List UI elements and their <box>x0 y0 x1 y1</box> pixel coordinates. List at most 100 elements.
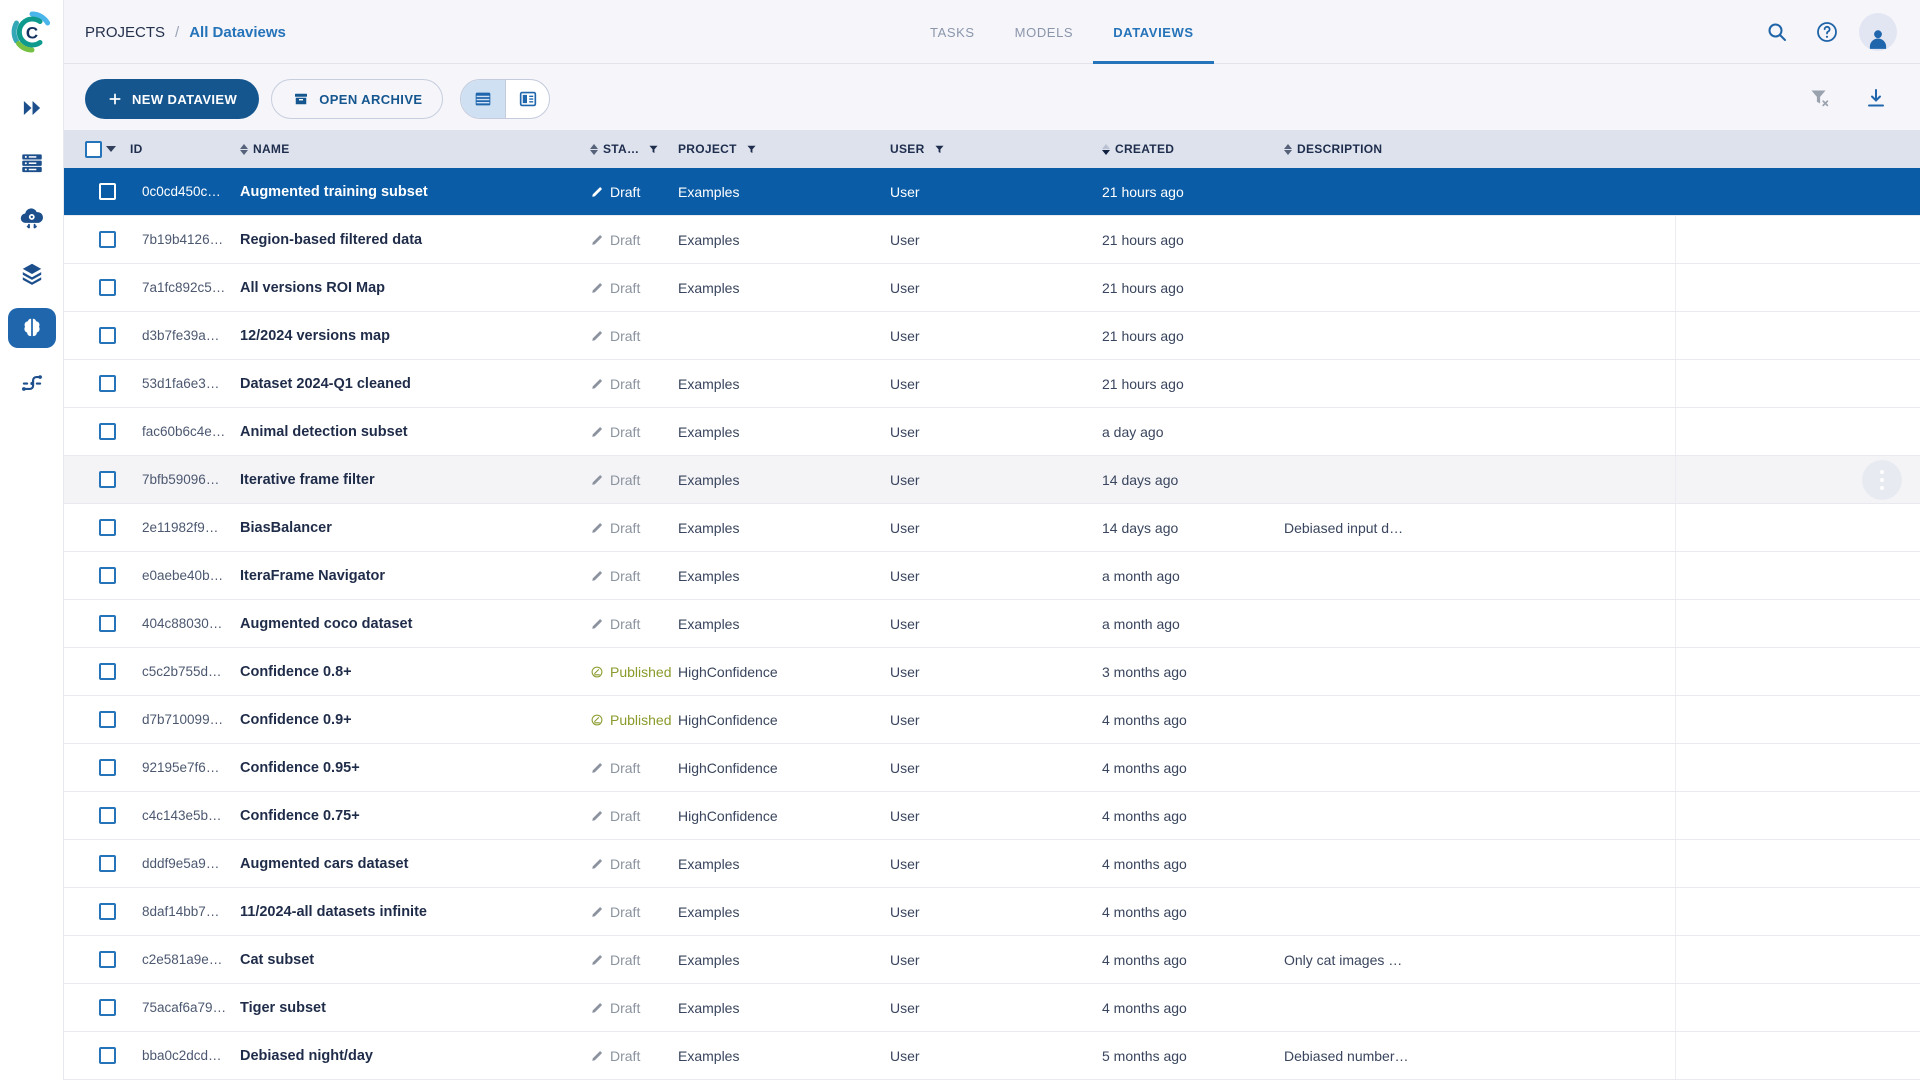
table-row[interactable]: c2e581a9e…Cat subsetDraftExamplesUser4 m… <box>64 936 1920 984</box>
status-label: Draft <box>610 856 640 872</box>
cell-name[interactable]: Iterative frame filter <box>240 472 590 488</box>
sort-icon-description[interactable] <box>1284 144 1292 155</box>
cell-name[interactable]: Confidence 0.9+ <box>240 712 590 728</box>
table-row[interactable]: c5c2b755d…Confidence 0.8+PublishedHighCo… <box>64 648 1920 696</box>
cell-name[interactable]: All versions ROI Map <box>240 280 590 296</box>
table-row[interactable]: 7b19b4126…Region-based filtered dataDraf… <box>64 216 1920 264</box>
sort-icon-name[interactable] <box>240 144 248 155</box>
column-header-user[interactable]: USER <box>890 142 1102 156</box>
cell-name[interactable]: 12/2024 versions map <box>240 328 590 344</box>
cell-name[interactable]: Tiger subset <box>240 1000 590 1016</box>
cell-name[interactable]: Confidence 0.8+ <box>240 664 590 680</box>
select-dropdown-caret-icon[interactable] <box>106 146 116 152</box>
sidebar-item-queues[interactable] <box>8 143 56 183</box>
column-header-project[interactable]: PROJECT <box>678 142 890 156</box>
row-checkbox[interactable] <box>99 663 116 680</box>
table-row[interactable]: d7b710099…Confidence 0.9+PublishedHighCo… <box>64 696 1920 744</box>
row-checkbox[interactable] <box>99 615 116 632</box>
clear-filters-icon[interactable] <box>1808 86 1834 112</box>
row-checkbox[interactable] <box>99 759 116 776</box>
tab-tasks[interactable]: TASKS <box>910 0 995 64</box>
table-row[interactable]: 404c88030…Augmented coco datasetDraftExa… <box>64 600 1920 648</box>
row-checkbox[interactable] <box>99 375 116 392</box>
cell-id: 7a1fc892c5… <box>120 280 240 295</box>
table-row[interactable]: fac60b6c4e…Animal detection subsetDraftE… <box>64 408 1920 456</box>
row-checkbox[interactable] <box>99 1047 116 1064</box>
table-row[interactable]: 8daf14bb7…11/2024-all datasets infiniteD… <box>64 888 1920 936</box>
table-row[interactable]: 2e11982f9…BiasBalancerDraftExamplesUser1… <box>64 504 1920 552</box>
column-header-created[interactable]: CREATED <box>1102 142 1284 156</box>
row-checkbox[interactable] <box>99 567 116 584</box>
table-row[interactable]: 0c0cd450c…Augmented training subsetDraft… <box>64 168 1920 216</box>
help-icon[interactable] <box>1809 14 1845 50</box>
column-header-name[interactable]: NAME <box>240 142 590 156</box>
table-row[interactable]: bba0c2dcd…Debiased night/dayDraftExample… <box>64 1032 1920 1080</box>
row-checkbox[interactable] <box>99 903 116 920</box>
table-row[interactable]: 92195e7f6…Confidence 0.95+DraftHighConfi… <box>64 744 1920 792</box>
breadcrumb-projects-link[interactable]: PROJECTS <box>85 24 165 41</box>
column-header-description[interactable]: DESCRIPTION <box>1284 142 1675 156</box>
cell-name[interactable]: Animal detection subset <box>240 424 590 440</box>
table-row[interactable]: e0aebe40b…IteraFrame NavigatorDraftExamp… <box>64 552 1920 600</box>
clearml-logo[interactable]: C <box>10 10 54 54</box>
row-checkbox[interactable] <box>99 471 116 488</box>
filter-icon-user[interactable] <box>933 143 946 156</box>
select-all-checkbox[interactable] <box>85 141 102 158</box>
download-icon[interactable] <box>1864 86 1890 112</box>
cell-name[interactable]: 11/2024-all datasets infinite <box>240 904 590 920</box>
column-header-status[interactable]: STA… <box>590 142 678 156</box>
search-icon[interactable] <box>1759 14 1795 50</box>
split-view-icon <box>517 88 539 110</box>
filter-icon-status[interactable] <box>647 143 660 156</box>
row-checkbox[interactable] <box>99 183 116 200</box>
cell-name[interactable]: Debiased night/day <box>240 1048 590 1064</box>
table-row[interactable]: 53d1fa6e3…Dataset 2024-Q1 cleanedDraftEx… <box>64 360 1920 408</box>
table-row[interactable]: 7bfb59096…Iterative frame filterDraftExa… <box>64 456 1920 504</box>
sidebar-item-workers[interactable] <box>8 198 56 238</box>
sidebar-item-projects[interactable] <box>8 308 56 348</box>
row-checkbox[interactable] <box>99 279 116 296</box>
profile-avatar[interactable] <box>1859 13 1897 51</box>
tab-models[interactable]: MODELS <box>995 0 1094 64</box>
sort-icon-created[interactable] <box>1102 144 1110 155</box>
status-label: Draft <box>610 1000 640 1016</box>
cell-name[interactable]: Augmented cars dataset <box>240 856 590 872</box>
cell-name[interactable]: Augmented training subset <box>240 184 590 200</box>
row-checkbox[interactable] <box>99 999 116 1016</box>
new-dataview-button[interactable]: NEW DATAVIEW <box>85 79 259 119</box>
table-row[interactable]: c4c143e5b…Confidence 0.75+DraftHighConfi… <box>64 792 1920 840</box>
row-checkbox[interactable] <box>99 231 116 248</box>
row-checkbox[interactable] <box>99 711 116 728</box>
cell-name[interactable]: IteraFrame Navigator <box>240 568 590 584</box>
sidebar-item-expand[interactable] <box>8 88 56 128</box>
sort-icon-status[interactable] <box>590 144 598 155</box>
cell-name[interactable]: BiasBalancer <box>240 520 590 536</box>
table-row[interactable]: dddf9e5a9…Augmented cars datasetDraftExa… <box>64 840 1920 888</box>
sidebar-item-pipelines[interactable] <box>8 363 56 403</box>
row-checkbox[interactable] <box>99 327 116 344</box>
cell-name[interactable]: Confidence 0.95+ <box>240 760 590 776</box>
cell-name[interactable]: Region-based filtered data <box>240 232 590 248</box>
table-row[interactable]: 7a1fc892c5…All versions ROI MapDraftExam… <box>64 264 1920 312</box>
cell-name[interactable]: Confidence 0.75+ <box>240 808 590 824</box>
cell-status: Draft <box>590 328 678 344</box>
row-checkbox[interactable] <box>99 855 116 872</box>
table-view-button[interactable] <box>461 80 505 118</box>
row-checkbox[interactable] <box>99 423 116 440</box>
row-menu-kebab-icon[interactable] <box>1862 460 1902 500</box>
table-row[interactable]: 75acaf6a79…Tiger subsetDraftExamplesUser… <box>64 984 1920 1032</box>
row-checkbox[interactable] <box>99 519 116 536</box>
cell-name[interactable]: Cat subset <box>240 952 590 968</box>
row-checkbox[interactable] <box>99 951 116 968</box>
cell-status: Draft <box>590 472 678 488</box>
sidebar-item-datasets[interactable] <box>8 253 56 293</box>
cell-name[interactable]: Dataset 2024-Q1 cleaned <box>240 376 590 392</box>
cell-name[interactable]: Augmented coco dataset <box>240 616 590 632</box>
filter-icon-project[interactable] <box>745 143 758 156</box>
row-checkbox[interactable] <box>99 807 116 824</box>
split-view-button[interactable] <box>505 80 549 118</box>
tab-dataviews[interactable]: DATAVIEWS <box>1093 0 1214 64</box>
table-row[interactable]: d3b7fe39a…12/2024 versions mapDraftUser2… <box>64 312 1920 360</box>
column-header-id[interactable]: ID <box>120 142 240 156</box>
open-archive-button[interactable]: OPEN ARCHIVE <box>271 79 443 119</box>
